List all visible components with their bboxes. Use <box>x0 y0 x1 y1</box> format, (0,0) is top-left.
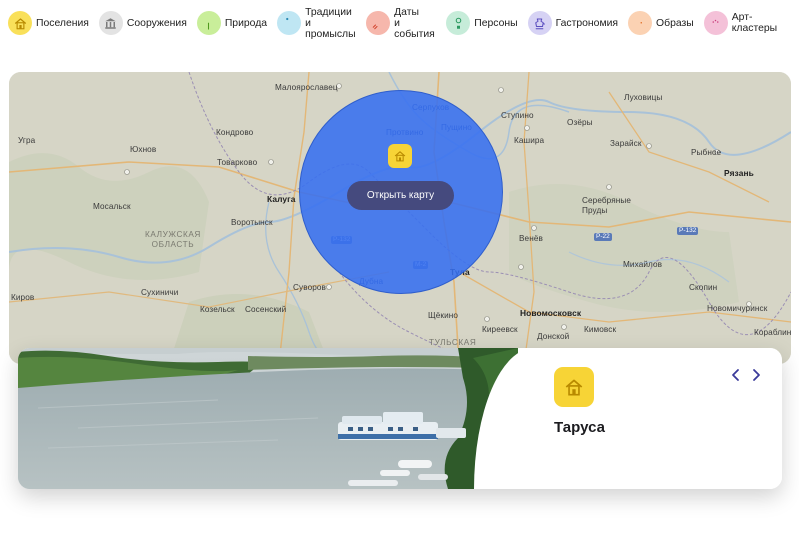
chevron-right-icon <box>753 369 760 381</box>
category-filter-bar: Поселения Сооружения Природа Традиции и про… <box>8 7 799 40</box>
place-card[interactable] <box>18 348 782 489</box>
samovar-icon <box>527 11 552 35</box>
map-city-label: Сосенский <box>245 305 287 314</box>
map-city-label: Скопин <box>689 283 718 292</box>
map-city-label: Рязань <box>724 168 754 178</box>
chevron-left-icon <box>732 369 739 381</box>
map-city-label: Мосальск <box>93 202 131 211</box>
map-city-label: Кимовск <box>584 325 617 334</box>
map-city-label: Венёв <box>519 234 543 243</box>
category-persons[interactable]: Персоны <box>446 11 518 35</box>
map-city-label: Донской <box>537 332 570 341</box>
map-city-label: Козельск <box>200 305 235 314</box>
category-dates[interactable]: Даты и события <box>366 7 436 40</box>
map-region-label: ТУЛЬСКАЯ <box>429 338 477 347</box>
map-city-label: Озёры <box>567 118 593 127</box>
rocket-icon <box>366 11 391 35</box>
category-label: Природа <box>224 17 268 29</box>
map-city-label: Кораблино <box>754 328 791 337</box>
map-city-label: Калуга <box>267 194 296 204</box>
map-region-label: КАЛУЖСКАЯ ОБЛАСТЬ <box>145 230 201 249</box>
prev-button[interactable] <box>728 366 744 384</box>
category-label: Поселения <box>36 17 89 29</box>
category-traditions[interactable]: Традиции и промыслы <box>277 7 356 40</box>
house-icon <box>565 379 583 396</box>
map-city-label: Серебряные Пруды <box>582 196 632 215</box>
category-label: Сооружения <box>126 17 187 29</box>
map-city-label: Малоярославец <box>275 83 338 92</box>
open-map-button[interactable]: Открыть карту <box>347 181 454 210</box>
category-images[interactable]: Образы <box>628 11 694 35</box>
place-category-badge <box>554 367 594 407</box>
map-city-label: Новомичуринск <box>707 304 768 313</box>
map-city-label: Киров <box>11 293 35 302</box>
map-city-label: Юхнов <box>130 145 157 154</box>
map-city-label: Рыбное <box>691 148 722 157</box>
place-photo <box>18 348 518 489</box>
map-city-label: Луховицы <box>624 93 663 102</box>
category-label: Персоны <box>474 17 518 29</box>
map-city-label: Щёкино <box>428 311 459 320</box>
category-gastronomy[interactable]: Гастрономия <box>527 11 619 35</box>
house-icon <box>8 11 32 35</box>
map-city-label: Киреевск <box>482 325 518 334</box>
category-label: Даты и события <box>394 6 435 40</box>
building-icon <box>98 11 123 35</box>
feather-icon <box>277 11 302 35</box>
category-label: Традиции и промыслы <box>305 6 356 40</box>
category-structures[interactable]: Сооружения <box>98 11 187 35</box>
map-city-label: Воротынск <box>231 218 273 227</box>
person-icon <box>446 11 471 35</box>
category-settlements[interactable]: Поселения <box>8 11 89 35</box>
category-art[interactable]: Арт-кластеры <box>703 11 789 35</box>
map-city-label: Сухиничи <box>141 288 179 297</box>
place-title[interactable]: Таруса <box>554 419 605 436</box>
map-city-label: Суворов <box>293 283 326 292</box>
house-icon <box>394 151 406 162</box>
map-road-badge: Р-132 <box>677 227 699 235</box>
map-preview[interactable]: Угра Кондрово Юхнов Товарково Малоярославец М… <box>9 72 791 364</box>
map-city-label: Новомосковск <box>520 308 582 318</box>
palette-icon <box>703 11 728 35</box>
map-city-label: Кашира <box>514 136 545 145</box>
map-city-label: Михайлов <box>623 260 663 269</box>
map-city-label: Зарайск <box>610 139 642 148</box>
category-label: Образы <box>656 17 694 29</box>
map-city-label: Угра <box>18 136 36 145</box>
map-city-label: Ступино <box>501 111 534 120</box>
firebird-icon <box>628 11 653 35</box>
map-city-label: Товарково <box>217 158 258 167</box>
next-button[interactable] <box>748 366 764 384</box>
tree-icon <box>196 11 221 35</box>
category-label: Гастрономия <box>555 17 619 29</box>
map-road-badge: Р-22 <box>594 233 612 241</box>
category-nature[interactable]: Природа <box>196 11 268 35</box>
category-label: Арт-кластеры <box>731 12 778 34</box>
map-city-label: Кондрово <box>216 128 254 137</box>
settlement-pin[interactable] <box>388 144 412 168</box>
